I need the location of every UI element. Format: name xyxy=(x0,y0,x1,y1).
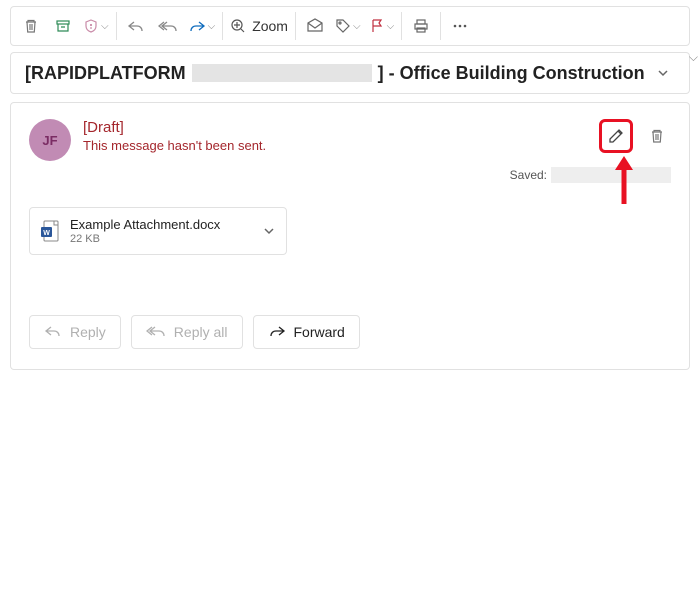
subject-bar: [RAPIDPLATFORM ] - Office Building Const… xyxy=(10,52,690,94)
avatar-initials: JF xyxy=(42,133,57,148)
reply-label: Reply xyxy=(70,324,106,340)
zoom-icon xyxy=(230,18,246,34)
attachment-size: 22 KB xyxy=(70,233,252,245)
pencil-icon xyxy=(607,127,625,145)
sender-avatar: JF xyxy=(29,119,71,161)
message-toolbar: ⌵ ⌵ Zoom ⌵ ⌵ xyxy=(10,6,690,46)
discard-draft-button[interactable] xyxy=(643,122,671,150)
toolbar-separator xyxy=(440,12,441,40)
forward-icon xyxy=(268,325,286,339)
reply-button[interactable]: Reply xyxy=(29,315,121,349)
forward-label: Forward xyxy=(294,324,345,340)
reply-icon[interactable] xyxy=(120,10,152,42)
attachment-name: Example Attachment.docx xyxy=(70,217,252,232)
toolbar-separator xyxy=(401,12,402,40)
chevron-down-icon: ⌵ xyxy=(353,21,361,32)
svg-text:W: W xyxy=(43,230,50,237)
forward-button[interactable]: Forward xyxy=(253,315,360,349)
read-icon[interactable] xyxy=(299,10,331,42)
chevron-down-icon: ⌵ xyxy=(101,21,109,32)
shield-icon[interactable]: ⌵ xyxy=(79,10,113,42)
subject-suffix: ] - Office Building Construction xyxy=(378,63,645,84)
reply-all-label: Reply all xyxy=(174,324,228,340)
flag-icon[interactable]: ⌵ xyxy=(365,10,399,42)
toolbar-separator xyxy=(295,12,296,40)
reply-icon xyxy=(44,325,62,339)
trash-icon xyxy=(649,128,665,144)
draft-not-sent-message: This message hasn't been sent. xyxy=(83,138,266,153)
edit-draft-button[interactable] xyxy=(599,119,633,153)
redacted-segment xyxy=(551,167,671,183)
tag-icon[interactable]: ⌵ xyxy=(331,10,365,42)
reply-all-button[interactable]: Reply all xyxy=(131,315,243,349)
chevron-down-icon[interactable]: ⌵ xyxy=(689,50,698,65)
toolbar-separator xyxy=(116,12,117,40)
reply-all-icon[interactable] xyxy=(152,10,184,42)
chevron-down-icon: ⌵ xyxy=(208,21,216,32)
zoom-button[interactable]: Zoom xyxy=(226,10,292,42)
attachment-card[interactable]: W Example Attachment.docx 22 KB xyxy=(29,207,287,255)
print-icon[interactable] xyxy=(405,10,437,42)
saved-label: Saved: xyxy=(510,168,547,182)
draft-label: [Draft] xyxy=(83,119,266,136)
word-file-icon: W xyxy=(40,220,60,242)
delete-icon[interactable] xyxy=(15,10,47,42)
toolbar-separator xyxy=(222,12,223,40)
archive-icon[interactable] xyxy=(47,10,79,42)
message-card: JF [Draft] This message hasn't been sent… xyxy=(10,102,690,370)
subject-text: [RAPIDPLATFORM ] - Office Building Const… xyxy=(25,63,645,84)
redacted-segment xyxy=(192,64,372,82)
collapse-chevron-icon[interactable] xyxy=(651,61,675,85)
more-icon[interactable] xyxy=(444,10,476,42)
attachment-menu-chevron[interactable] xyxy=(262,224,276,238)
zoom-label: Zoom xyxy=(252,18,288,34)
forward-icon[interactable]: ⌵ xyxy=(184,10,220,42)
reply-all-icon xyxy=(146,325,166,339)
chevron-down-icon: ⌵ xyxy=(387,21,395,32)
subject-prefix: [RAPIDPLATFORM xyxy=(25,63,186,84)
